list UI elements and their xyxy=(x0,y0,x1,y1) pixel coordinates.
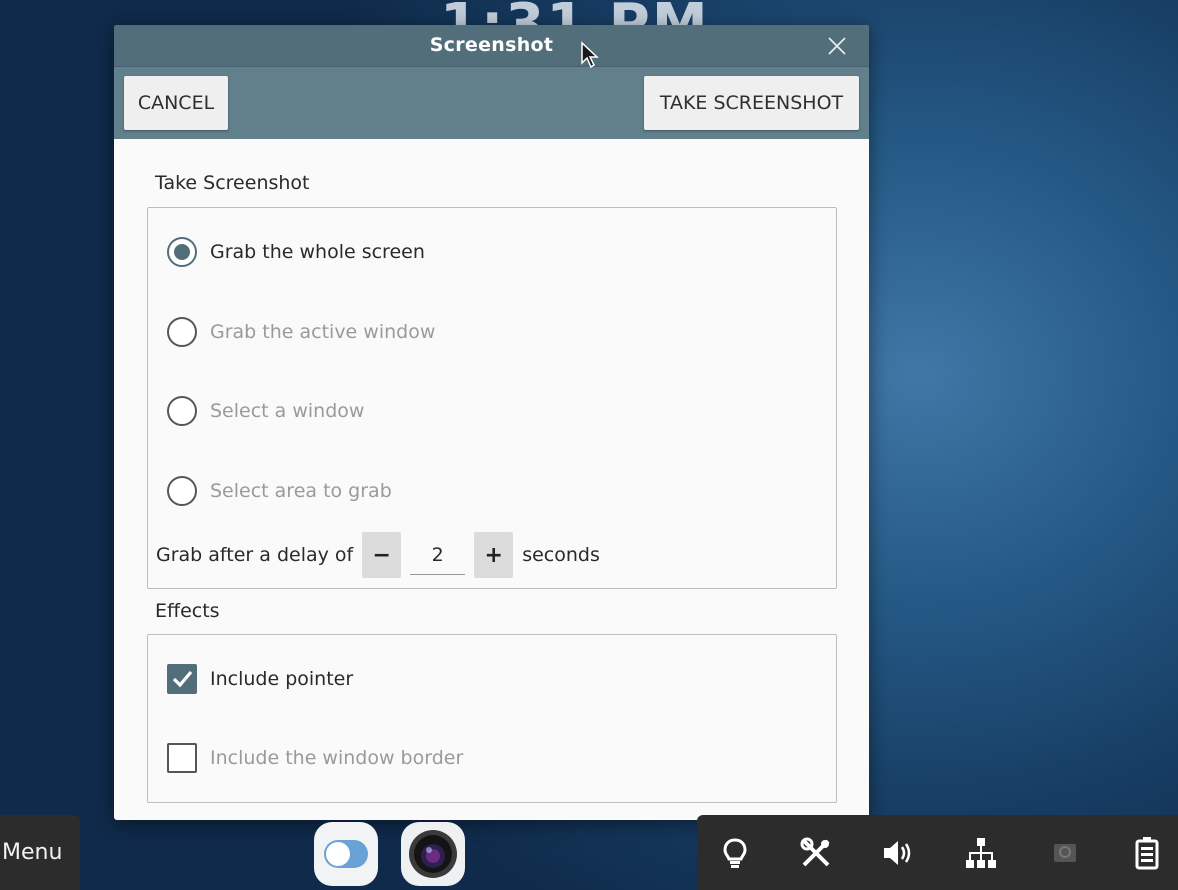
delay-suffix: seconds xyxy=(522,544,600,566)
dialog-title: Screenshot xyxy=(429,34,554,56)
mouse-pointer-icon xyxy=(581,41,599,69)
radio-whole-screen[interactable] xyxy=(167,237,197,267)
checkmark-icon xyxy=(172,670,193,688)
delay-input[interactable] xyxy=(410,535,466,575)
delay-prefix: Grab after a delay of xyxy=(156,544,354,566)
checkbox-include-border[interactable] xyxy=(167,743,197,773)
camera-lens-icon[interactable] xyxy=(401,822,465,886)
delay-decrement-button[interactable]: − xyxy=(362,532,402,578)
include-pointer-label: Include pointer xyxy=(210,668,354,690)
screenshot-dialog: Screenshot CANCEL TAKE SCREENSHOT Take S… xyxy=(114,25,869,820)
tools-icon[interactable] xyxy=(798,835,834,871)
radio-active-window[interactable] xyxy=(167,317,197,347)
toggle-settings-glyph xyxy=(324,840,368,868)
menu-button[interactable]: Menu xyxy=(0,815,80,890)
option-select-area-label: Select area to grab xyxy=(210,480,392,502)
option-active-window[interactable]: Grab the active window xyxy=(167,315,435,349)
lightbulb-icon[interactable] xyxy=(717,835,753,871)
option-select-area[interactable]: Select area to grab xyxy=(167,474,392,508)
take-screenshot-button[interactable]: TAKE SCREENSHOT xyxy=(644,76,859,130)
camera-lens-glyph xyxy=(409,830,457,878)
system-tray xyxy=(697,815,1178,890)
network-icon[interactable] xyxy=(963,835,999,871)
capture-group-label: Take Screenshot xyxy=(155,172,310,194)
radio-select-area[interactable] xyxy=(167,476,197,506)
effects-frame: Include pointer Include the window borde… xyxy=(147,634,837,803)
volume-icon[interactable] xyxy=(880,835,916,871)
toggle-settings-icon[interactable] xyxy=(314,822,378,886)
effect-include-border[interactable]: Include the window border xyxy=(167,741,463,775)
dialog-titlebar: Screenshot xyxy=(114,25,869,67)
option-select-window-label: Select a window xyxy=(210,400,365,422)
dialog-content: Take Screenshot Grab the whole screen Gr… xyxy=(114,139,869,820)
delay-row: Grab after a delay of − + seconds xyxy=(156,532,600,578)
cancel-button[interactable]: CANCEL xyxy=(124,76,228,130)
effects-group-label: Effects xyxy=(155,600,220,622)
option-whole-screen[interactable]: Grab the whole screen xyxy=(167,235,425,269)
dialog-toolbar: CANCEL TAKE SCREENSHOT xyxy=(114,67,869,139)
close-button[interactable] xyxy=(824,33,850,59)
delay-increment-button[interactable]: + xyxy=(474,532,514,578)
include-border-label: Include the window border xyxy=(210,747,464,769)
battery-icon[interactable] xyxy=(1129,835,1165,871)
effect-include-pointer[interactable]: Include pointer xyxy=(167,662,353,696)
radio-select-window[interactable] xyxy=(167,396,197,426)
capture-options-frame: Grab the whole screen Grab the active wi… xyxy=(147,207,837,589)
option-whole-screen-label: Grab the whole screen xyxy=(210,241,425,263)
disk-icon[interactable] xyxy=(1047,835,1083,871)
checkbox-include-pointer[interactable] xyxy=(167,664,197,694)
close-icon xyxy=(828,37,846,55)
option-select-window[interactable]: Select a window xyxy=(167,394,364,428)
option-active-window-label: Grab the active window xyxy=(210,321,436,343)
